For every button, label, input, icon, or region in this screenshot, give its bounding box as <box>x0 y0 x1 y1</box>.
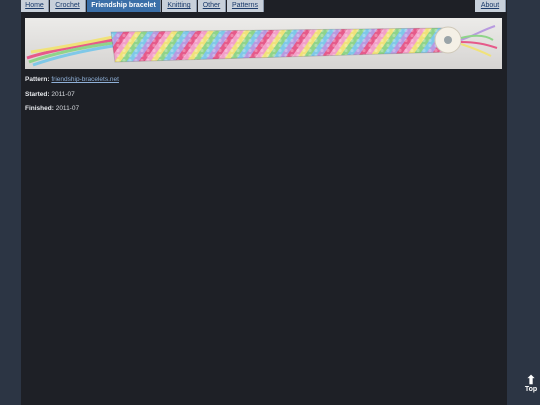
pattern-link[interactable]: friendship-bracelets.net <box>51 76 119 83</box>
started-row: Started: 2011-07 <box>25 91 75 98</box>
back-to-top-button[interactable]: ⬆ Top <box>521 373 540 393</box>
nav-about[interactable]: About <box>475 0 506 12</box>
arrow-up-icon: ⬆ <box>525 373 537 387</box>
finished-row: Finished: 2011-07 <box>25 105 79 112</box>
nav-patterns[interactable]: Patterns <box>227 0 264 12</box>
nav-friendship-bracelet[interactable]: Friendship bracelet <box>87 0 161 12</box>
pattern-label: Pattern: <box>25 76 50 83</box>
top-label: Top <box>524 386 538 393</box>
bracelet-image <box>25 18 502 69</box>
nav-knitting[interactable]: Knitting <box>162 0 197 12</box>
top-navigation: Home Crochet Friendship bracelet Knittin… <box>21 0 507 12</box>
nav-home[interactable]: Home <box>21 0 49 12</box>
started-label: Started: <box>25 91 50 98</box>
nav-crochet[interactable]: Crochet <box>50 0 86 12</box>
bracelet-photo <box>25 18 502 69</box>
finished-label: Finished: <box>25 105 54 112</box>
pattern-row: Pattern: friendship-bracelets.net <box>25 76 119 83</box>
nav-other[interactable]: Other <box>198 0 226 12</box>
finished-value: 2011-07 <box>55 105 80 112</box>
started-value: 2011-07 <box>51 91 75 98</box>
